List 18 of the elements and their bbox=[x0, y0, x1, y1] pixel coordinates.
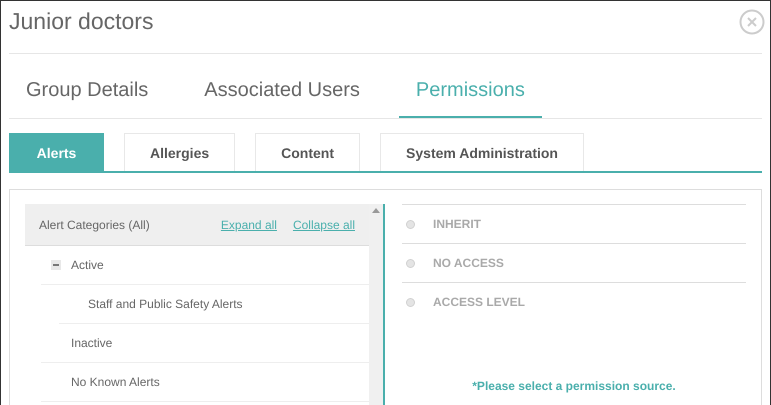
sub-tab[interactable]: Content bbox=[255, 133, 360, 171]
option-label: NO ACCESS bbox=[433, 256, 504, 270]
option-label: INHERIT bbox=[433, 217, 481, 231]
sub-tab[interactable]: System Administration bbox=[380, 133, 584, 171]
tab[interactable]: Group Details bbox=[9, 54, 166, 118]
window-title: Junior doctors bbox=[9, 8, 154, 36]
tab[interactable]: Associated Users bbox=[187, 54, 377, 118]
tree-item[interactable]: Active bbox=[71, 258, 104, 272]
tree-item[interactable]: Inactive bbox=[71, 336, 112, 350]
collapse-icon[interactable] bbox=[51, 260, 61, 270]
close-icon[interactable] bbox=[739, 9, 765, 35]
tree-item[interactable]: No Known Alerts bbox=[71, 375, 160, 389]
sub-tab[interactable]: Allergies bbox=[124, 133, 236, 171]
option-label: ACCESS LEVEL bbox=[433, 295, 526, 309]
tree-header-title: Alert Categories (All) bbox=[39, 218, 151, 232]
scrollbar[interactable] bbox=[369, 204, 383, 405]
hint-text: *Please select a permission source. bbox=[471, 379, 677, 393]
tree-item[interactable]: Staff and Public Safety Alerts bbox=[88, 297, 243, 311]
